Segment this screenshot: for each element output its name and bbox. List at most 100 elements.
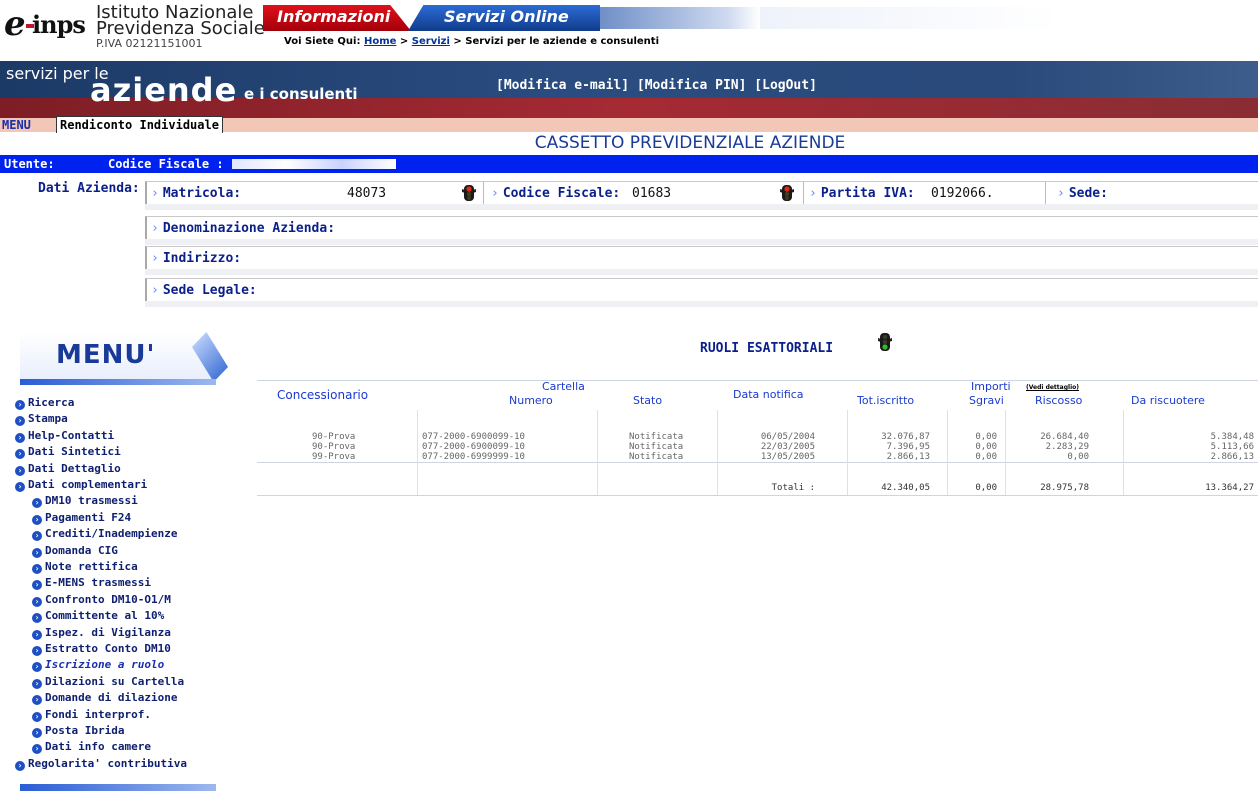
tab-servizi-online-label: Servizi Online: [444, 7, 569, 26]
arrow-circle-icon: ›: [32, 662, 42, 673]
arrow-circle-icon: ›: [32, 744, 42, 755]
traffic-light-red-icon: [461, 184, 476, 201]
header-decoration: [600, 7, 760, 29]
arrow-circle-icon: ›: [32, 646, 42, 656]
table-rule: [257, 380, 1258, 381]
table-rule: [257, 495, 1258, 496]
partita-iva-value: 0192066.: [931, 186, 994, 201]
menu-swoosh-icon: [192, 332, 228, 382]
arrow-circle-icon: ›: [15, 416, 25, 427]
header-stato: Stato: [633, 394, 663, 407]
ruoli-title: RUOLI ESATTORIALI: [700, 341, 834, 356]
separator: [483, 182, 484, 204]
header-numero: Numero: [509, 394, 553, 407]
tab-menu[interactable]: MENU: [0, 118, 33, 132]
table-cell-concessionario: 90-Prova: [312, 432, 356, 442]
menu-item-label: Domanda CIG: [45, 543, 118, 557]
tab-servizi-online[interactable]: Servizi Online: [408, 5, 600, 31]
menu-item-label: Dati Dettaglio: [28, 461, 121, 475]
menu-item[interactable]: › Estratto Conto DM10: [32, 642, 171, 656]
header-fade: [760, 7, 1060, 29]
menu-item[interactable]: › DM10 trasmessi: [32, 494, 138, 509]
arrow-circle-icon: ›: [32, 547, 42, 558]
logo-inps: inps: [32, 10, 86, 39]
indirizzo-label: Indirizzo:: [151, 251, 241, 266]
row-band: [145, 204, 1258, 210]
menu-item[interactable]: › Iscrizione a ruolo: [32, 658, 165, 673]
inps-logo[interactable]: e inps: [4, 4, 90, 44]
menu-item-label: Committente al 10%: [45, 609, 165, 623]
utente-label: Utente:: [4, 157, 55, 171]
menu-item-label: Iscrizione a ruolo: [45, 658, 165, 672]
menu-item-label: Note rettifica: [45, 560, 138, 573]
menu-item[interactable]: › Committente al 10%: [32, 609, 165, 624]
table-cell-sgravi: 0,00: [975, 442, 997, 452]
sede-label: Sede:: [1057, 186, 1108, 201]
menu-item[interactable]: › Help-Contatti: [15, 429, 114, 443]
traffic-light-red-icon: [779, 184, 794, 201]
breadcrumb: Voi Siete Qui: Home > Servizi > Servizi …: [284, 36, 659, 47]
menu-item[interactable]: › Pagamenti F24: [32, 511, 131, 525]
arrow-circle-icon: ›: [32, 695, 42, 706]
arrow-circle-icon: ›: [32, 531, 42, 542]
codice-fiscale-label: Codice Fiscale :: [108, 157, 224, 171]
menu-item-label: DM10 trasmessi: [45, 494, 138, 508]
menu-item-label: Estratto Conto DM10: [45, 642, 171, 655]
table-cell-stato: Notificata: [629, 432, 684, 442]
menu-item[interactable]: › Regolarita' contributiva: [15, 757, 187, 771]
modifica-pin-link[interactable]: [Modifica PIN]: [637, 78, 747, 93]
menu-item[interactable]: › Domande di dilazione: [32, 691, 177, 706]
menu-item-label: Ispez. di Vigilanza: [45, 625, 171, 639]
logout-link[interactable]: [LogOut]: [754, 78, 817, 93]
menu-item[interactable]: › Dati info camere: [32, 740, 151, 755]
menu-item[interactable]: › Dati complementari: [15, 478, 147, 492]
table-column-divider: [717, 410, 718, 495]
arrow-circle-icon: ›: [32, 596, 42, 607]
table-cell-data: 06/05/2004: [760, 432, 815, 442]
menu-item[interactable]: › Domanda CIG: [32, 544, 118, 558]
menu-item[interactable]: › Ricerca: [15, 396, 74, 410]
table-cell-sgravi: 0,00: [975, 432, 997, 442]
table-cell-riscosso: 2.283,29: [1045, 442, 1089, 452]
breadcrumb-home-link[interactable]: Home: [364, 36, 396, 47]
menu-item[interactable]: › E-MENS trasmessi: [32, 576, 151, 591]
menu-item[interactable]: › Confronto DM10-O1/M: [32, 593, 171, 607]
tab-informazioni[interactable]: Informazioni: [263, 5, 411, 31]
table-cell-concessionario: 90-Prova: [312, 442, 356, 452]
vedi-dettaglio-link[interactable]: (Vedi dettaglio): [1026, 384, 1079, 391]
table-cell-data: 13/05/2005: [760, 452, 815, 462]
arrow-circle-icon: ›: [32, 613, 42, 624]
menu-item-label: Stampa: [28, 412, 68, 426]
menu-item[interactable]: › Fondi interprof.: [32, 708, 151, 722]
menu-item[interactable]: › Dati Sintetici: [15, 445, 121, 460]
modifica-email-link[interactable]: [Modifica e-mail]: [496, 78, 629, 93]
menu-item[interactable]: › Dati Dettaglio: [15, 462, 121, 476]
institute-name-line2: Previdenza Sociale: [96, 18, 265, 39]
table-rule: [257, 462, 1258, 463]
menu-item[interactable]: › Crediti/Inadempienze: [32, 527, 177, 542]
menu-item[interactable]: › Dilazioni su Cartella: [32, 675, 184, 689]
table-column-divider: [597, 410, 598, 495]
table-cell-riscosso: 0,00: [1067, 452, 1089, 462]
menu-item[interactable]: › Posta Ibrida: [32, 724, 124, 738]
codice-fiscale-redacted: [232, 159, 396, 169]
arrow-circle-icon: ›: [15, 465, 25, 476]
tab-rendiconto-individuale[interactable]: Rendiconto Individuale: [56, 116, 223, 133]
menu-item-label: Dati info camere: [45, 740, 151, 754]
dati-azienda-label: Dati Azienda:: [38, 181, 140, 196]
menu-item[interactable]: › Note rettifica: [32, 560, 138, 574]
user-bar: Utente: Codice Fiscale :: [0, 155, 1258, 173]
header-cartella: Cartella: [542, 380, 585, 393]
dati-row-sede-legale: Sede Legale:: [145, 278, 1258, 301]
breadcrumb-prefix: Voi Siete Qui:: [284, 36, 361, 47]
breadcrumb-servizi-link[interactable]: Servizi: [412, 36, 450, 47]
totals-cell-tot: 42.340,05: [881, 483, 930, 493]
table-cell-stato: Notificata: [629, 442, 684, 452]
table-cell-tot: 2.866,13: [886, 452, 930, 462]
menu-item-label: E-MENS trasmessi: [45, 576, 151, 590]
menu-item[interactable]: › Stampa: [15, 412, 68, 427]
arrow-circle-icon: ›: [32, 514, 42, 525]
menu-item[interactable]: › Ispez. di Vigilanza: [32, 626, 171, 640]
table-column-divider: [1123, 410, 1124, 495]
table-cell-concessionario: 99-Prova: [312, 452, 356, 462]
